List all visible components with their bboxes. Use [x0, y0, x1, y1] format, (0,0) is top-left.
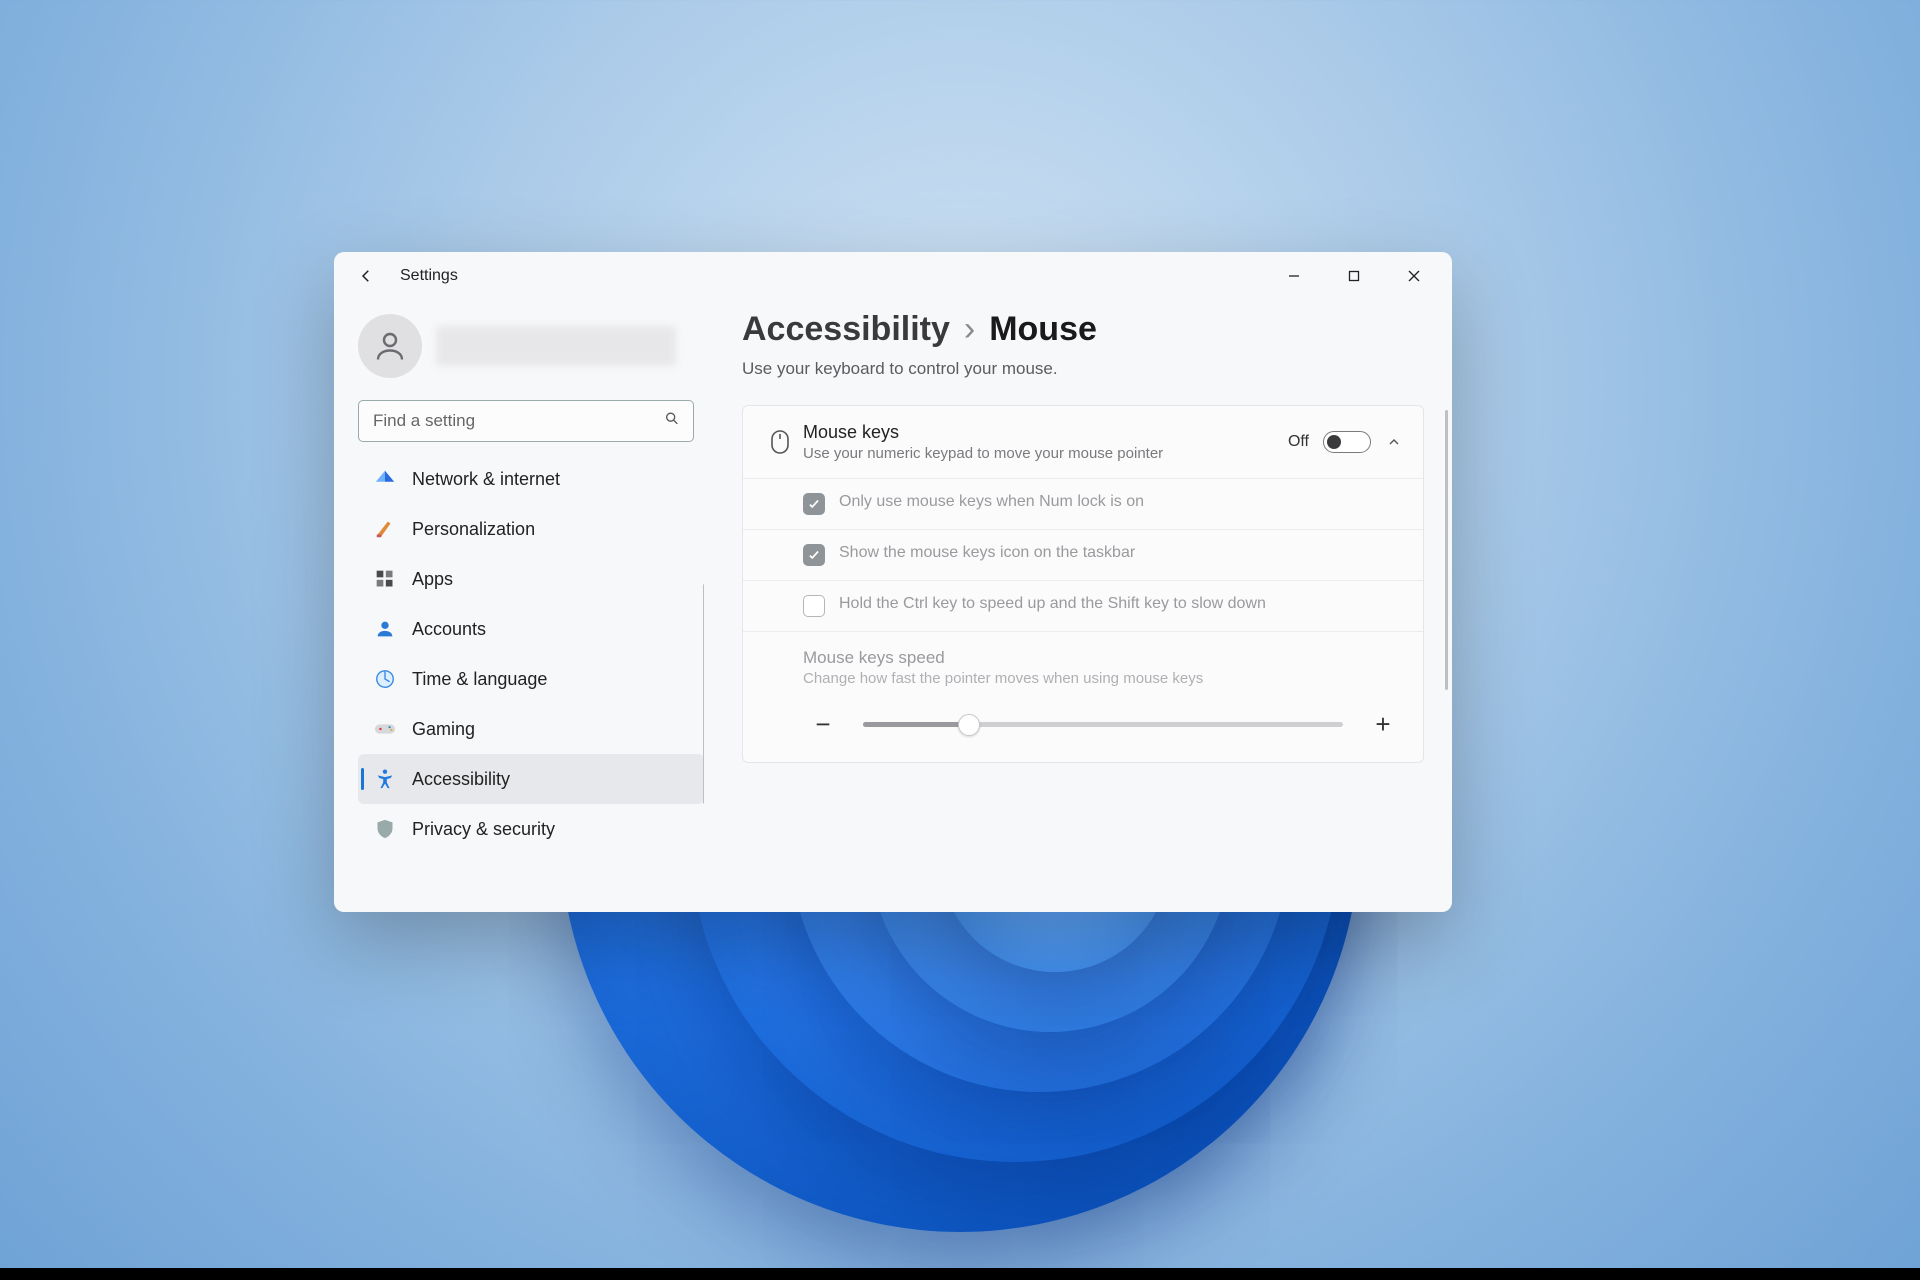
search-input[interactable]: [358, 400, 694, 442]
checkbox-numlock[interactable]: [803, 493, 825, 515]
sidebar-item-label: Accessibility: [412, 769, 510, 790]
sidebar-item-gaming[interactable]: Gaming: [358, 704, 704, 754]
sidebar-item-label: Privacy & security: [412, 819, 555, 840]
option-ctrl-shift-label: Hold the Ctrl key to speed up and the Sh…: [839, 595, 1266, 613]
search-box[interactable]: [358, 400, 694, 442]
sidebar-item-label: Apps: [412, 569, 453, 590]
accessibility-icon: [374, 768, 396, 790]
sidebar-item-privacy-security[interactable]: Privacy & security: [358, 804, 704, 854]
slider-thumb[interactable]: [958, 714, 980, 736]
back-button[interactable]: [354, 264, 378, 288]
sidebar-item-label: Gaming: [412, 719, 475, 740]
close-button[interactable]: [1384, 252, 1444, 300]
nav-list: Network & internet Personalization Apps …: [358, 454, 704, 912]
search-icon: [664, 411, 680, 432]
mouse-keys-title: Mouse keys: [803, 422, 1288, 443]
mouse-keys-desc: Use your numeric keypad to move your mou…: [803, 445, 1288, 462]
sidebar-scrollbar[interactable]: [703, 584, 704, 804]
avatar: [358, 314, 422, 378]
option-numlock[interactable]: Only use mouse keys when Num lock is on: [743, 478, 1423, 529]
shield-icon: [374, 818, 396, 840]
mouse-keys-card: Mouse keys Use your numeric keypad to mo…: [742, 405, 1424, 763]
breadcrumb-leaf: Mouse: [989, 310, 1097, 349]
content-pane: Accessibility › Mouse Use your keyboard …: [714, 300, 1452, 912]
person-icon: [374, 618, 396, 640]
profile-block[interactable]: [358, 308, 704, 396]
sidebar-item-label: Time & language: [412, 669, 547, 690]
gamepad-icon: [374, 718, 396, 740]
speed-decrease-button[interactable]: −: [811, 709, 835, 740]
settings-window: Settings: [334, 252, 1452, 912]
speed-slider[interactable]: [863, 722, 1343, 727]
sidebar-item-time-language[interactable]: Time & language: [358, 654, 704, 704]
option-ctrl-shift[interactable]: Hold the Ctrl key to speed up and the Sh…: [743, 580, 1423, 631]
clock-globe-icon: [374, 668, 396, 690]
titlebar: Settings: [334, 252, 1452, 300]
sidebar: Network & internet Personalization Apps …: [334, 300, 714, 912]
content-scrollbar[interactable]: [1445, 410, 1448, 690]
speed-increase-button[interactable]: +: [1371, 709, 1395, 740]
sidebar-item-personalization[interactable]: Personalization: [358, 504, 704, 554]
breadcrumb-parent[interactable]: Accessibility: [742, 310, 950, 349]
checkbox-ctrl-shift[interactable]: [803, 595, 825, 617]
expand-collapse-button[interactable]: [1385, 433, 1403, 451]
option-numlock-label: Only use mouse keys when Num lock is on: [839, 493, 1144, 511]
sidebar-item-apps[interactable]: Apps: [358, 554, 704, 604]
minimize-button[interactable]: [1264, 252, 1324, 300]
sidebar-item-label: Personalization: [412, 519, 535, 540]
mouse-keys-toggle[interactable]: [1323, 431, 1371, 453]
option-taskbar-icon[interactable]: Show the mouse keys icon on the taskbar: [743, 529, 1423, 580]
option-taskbar-icon-label: Show the mouse keys icon on the taskbar: [839, 544, 1135, 562]
paintbrush-icon: [374, 518, 396, 540]
mouse-keys-row[interactable]: Mouse keys Use your numeric keypad to mo…: [743, 406, 1423, 478]
mouse-keys-speed-row: Mouse keys speed Change how fast the poi…: [743, 631, 1423, 762]
checkbox-taskbar-icon[interactable]: [803, 544, 825, 566]
apps-icon: [374, 568, 396, 590]
mouse-icon: [763, 429, 797, 455]
sidebar-item-accounts[interactable]: Accounts: [358, 604, 704, 654]
sidebar-item-network[interactable]: Network & internet: [358, 454, 704, 504]
maximize-button[interactable]: [1324, 252, 1384, 300]
sidebar-item-label: Network & internet: [412, 469, 560, 490]
sidebar-item-accessibility[interactable]: Accessibility: [358, 754, 704, 804]
sidebar-item-label: Accounts: [412, 619, 486, 640]
profile-name-redacted: [436, 326, 676, 366]
page-subheading: Use your keyboard to control your mouse.: [742, 359, 1424, 379]
window-title: Settings: [400, 267, 458, 285]
breadcrumb-separator: ›: [964, 310, 975, 349]
toggle-state-label: Off: [1288, 433, 1309, 451]
speed-desc: Change how fast the pointer moves when u…: [803, 670, 1403, 687]
breadcrumb: Accessibility › Mouse: [742, 310, 1424, 349]
screen-bottom-edge: [0, 1268, 1920, 1280]
wifi-icon: [374, 468, 396, 490]
speed-title: Mouse keys speed: [803, 648, 1403, 668]
